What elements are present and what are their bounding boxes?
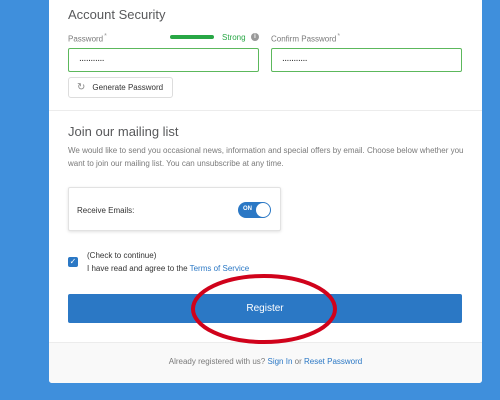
toggle-state-text: ON — [243, 206, 252, 212]
password-input[interactable]: ........... — [68, 48, 259, 72]
terms-checkbox[interactable]: ✓ — [68, 257, 78, 267]
sign-in-link[interactable]: Sign In — [267, 357, 292, 366]
info-icon[interactable]: i — [251, 33, 259, 41]
receive-emails-panel: Receive Emails: ON — [68, 187, 281, 231]
check-to-continue-text: (Check to continue) — [87, 251, 157, 260]
terms-of-service-link[interactable]: Terms of Service — [190, 264, 250, 273]
terms-agreement-text: I have read and agree to the Terms of Se… — [87, 264, 249, 273]
password-strength-text: Strong — [222, 33, 246, 42]
footer-prefix: Already registered with us? — [168, 357, 266, 366]
receive-emails-toggle[interactable]: ON — [238, 202, 271, 218]
generate-password-button[interactable]: ↻ Generate Password — [68, 77, 173, 98]
footer-or: or — [294, 357, 302, 366]
toggle-knob — [256, 203, 270, 217]
sync-icon: ↻ — [77, 82, 86, 93]
receive-emails-label: Receive Emails: — [77, 206, 135, 215]
generate-password-label: Generate Password — [92, 83, 164, 92]
mailing-list-description: We would like to send you occasional new… — [68, 146, 464, 168]
password-label: Password* — [68, 33, 107, 44]
registration-card: Account Security Password* Strong i Conf… — [49, 0, 482, 383]
confirm-password-input[interactable]: ........... — [271, 48, 462, 72]
reset-password-link[interactable]: Reset Password — [304, 357, 362, 366]
password-strength-bar — [170, 35, 214, 39]
footer-text: Already registered with us? Sign In or R… — [49, 357, 482, 366]
mailing-list-title: Join our mailing list — [68, 124, 179, 139]
footer: Already registered with us? Sign In or R… — [49, 342, 482, 383]
terms-prefix: I have read and agree to the — [87, 264, 188, 273]
register-button[interactable]: Register — [68, 294, 462, 323]
account-security-title: Account Security — [68, 7, 166, 22]
section-divider — [49, 110, 482, 111]
confirm-password-label: Confirm Password* — [271, 33, 341, 44]
